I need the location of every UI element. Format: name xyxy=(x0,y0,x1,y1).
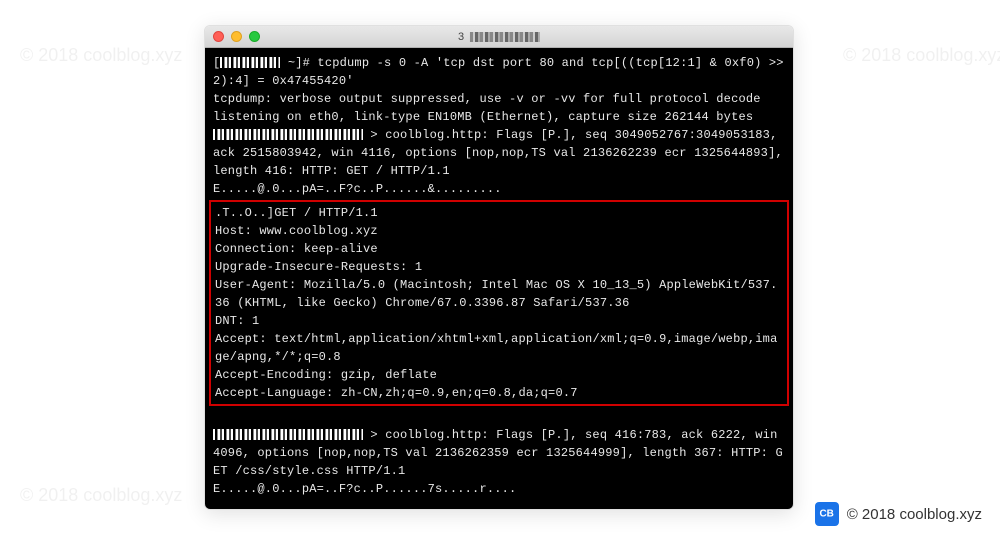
copyright-text: © 2018 coolblog.xyz xyxy=(847,506,982,523)
footer: CB © 2018 coolblog.xyz xyxy=(815,502,982,526)
titlebar: 3 xyxy=(205,26,793,48)
title-prefix: 3 xyxy=(458,31,464,43)
highlighted-http-request: .T..O..]GET / HTTP/1.1 Host: www.coolblo… xyxy=(209,200,789,406)
traffic-lights xyxy=(213,31,260,42)
http-line: User-Agent: Mozilla/5.0 (Macintosh; Inte… xyxy=(215,276,783,312)
terminal-line: > coolblog.http: Flags [P.], seq 416:783… xyxy=(213,426,785,480)
window-title: 3 xyxy=(458,31,540,43)
obscured-text xyxy=(213,429,363,440)
terminal-line: [ ~]# tcpdump -s 0 -A 'tcp dst port 80 a… xyxy=(213,54,785,90)
watermark: © 2018 coolblog.xyz xyxy=(20,45,182,66)
terminal-body[interactable]: [ ~]# tcpdump -s 0 -A 'tcp dst port 80 a… xyxy=(205,48,793,509)
obscured-text xyxy=(220,57,280,68)
maximize-icon[interactable] xyxy=(249,31,260,42)
watermark: © 2018 coolblog.xyz xyxy=(20,485,182,506)
title-obscured xyxy=(470,32,540,42)
http-line: Accept: text/html,application/xhtml+xml,… xyxy=(215,330,783,366)
terminal-line: listening on eth0, link-type EN10MB (Eth… xyxy=(213,108,785,126)
http-line: Connection: keep-alive xyxy=(215,240,783,258)
minimize-icon[interactable] xyxy=(231,31,242,42)
terminal-line: E.....@.0...pA=..F?c..P......7s.....r...… xyxy=(213,480,785,498)
terminal-line: E.....@.0...pA=..F?c..P......&......... xyxy=(213,180,785,198)
terminal-line: > coolblog.http: Flags [P.], seq 3049052… xyxy=(213,126,785,180)
terminal-window: 3 [ ~]# tcpdump -s 0 -A 'tcp dst port 80… xyxy=(204,25,794,510)
watermark: © 2018 coolblog.xyz xyxy=(843,45,1000,66)
terminal-line: tcpdump: verbose output suppressed, use … xyxy=(213,90,785,108)
obscured-text xyxy=(213,129,363,140)
prompt-suffix: ~]# xyxy=(288,56,318,70)
http-line: Host: www.coolblog.xyz xyxy=(215,222,783,240)
terminal-line xyxy=(213,408,785,426)
logo-icon: CB xyxy=(815,502,839,526)
http-line: .T..O..]GET / HTTP/1.1 xyxy=(215,204,783,222)
http-line: DNT: 1 xyxy=(215,312,783,330)
http-line: Upgrade-Insecure-Requests: 1 xyxy=(215,258,783,276)
http-line: Accept-Language: zh-CN,zh;q=0.9,en;q=0.8… xyxy=(215,384,783,402)
close-icon[interactable] xyxy=(213,31,224,42)
http-line: Accept-Encoding: gzip, deflate xyxy=(215,366,783,384)
